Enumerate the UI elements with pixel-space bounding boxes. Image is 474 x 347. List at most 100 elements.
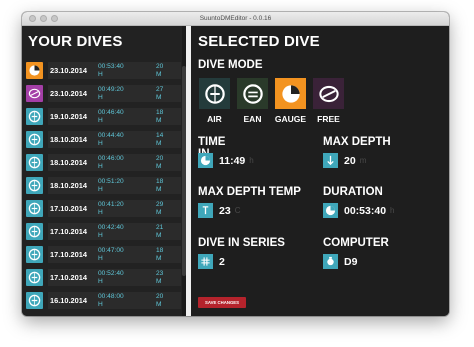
duration-value[interactable]: 00:53:40 (344, 205, 386, 217)
dive-mode-option-ean[interactable]: EAN (236, 78, 269, 124)
dive-in-series-value[interactable]: 2 (219, 256, 225, 268)
duration-unit: h (390, 206, 395, 215)
computer-value[interactable]: D9 (344, 256, 357, 268)
dive-depth: 27 M (156, 86, 163, 101)
dive-duration: 00:44:40 H (98, 132, 156, 147)
dive-duration: 00:49:20 H (98, 86, 156, 101)
dive-depth: 18 M (156, 109, 163, 124)
dive-duration-value: 00:44:40 (98, 132, 124, 139)
dive-duration-value: 00:53:40 (98, 63, 124, 70)
ean-icon[interactable] (237, 78, 268, 109)
gauge-icon[interactable] (275, 78, 306, 109)
window-title: SuuntoDMEditor - 0.0.16 (199, 15, 272, 22)
dive-depth-value: 21 (156, 224, 164, 231)
dive-depth-unit: M (156, 185, 162, 193)
dive-row[interactable]: 17.10.2014 00:52:40 H 23 M (26, 266, 181, 289)
air-mode-icon (26, 269, 43, 286)
dive-depth: 20 M (156, 63, 163, 78)
minimize-window-button[interactable] (40, 15, 47, 22)
max-depth-value-row: 20 m (323, 153, 366, 168)
dive-date: 18.10.2014 (50, 181, 87, 190)
dive-row[interactable]: 16.10.2014 00:48:00 H 20 M (26, 289, 181, 312)
duration-value-row: 00:53:40 h (323, 203, 394, 218)
selected-dive-panel: SELECTED DIVE DIVE MODE AIR EAN GAUGE FREE … (191, 26, 449, 316)
dive-depth-unit: M (156, 277, 162, 285)
hash-icon (198, 254, 213, 269)
dive-mode-heading: DIVE MODE (198, 59, 263, 71)
dive-duration: 00:46:40 H (98, 109, 156, 124)
dive-row[interactable]: 23.10.2014 00:53:40 H 20 M (26, 59, 181, 82)
dive-depth-unit: M (156, 254, 162, 262)
dive-row[interactable]: 17.10.2014 00:42:40 H 21 M (26, 220, 181, 243)
time-in-value[interactable]: 11:49 (219, 155, 245, 167)
dive-row[interactable]: 17.10.2014 00:47:00 H 18 M (26, 243, 181, 266)
dive-depth-unit: M (156, 93, 162, 101)
dive-mode-label: GAUGE (274, 114, 307, 124)
dive-row[interactable]: 18.10.2014 00:51:20 H 18 M (26, 174, 181, 197)
dive-date: 23.10.2014 (50, 89, 87, 98)
time-in-value-row: 11:49 h (198, 153, 254, 168)
close-window-button[interactable] (29, 15, 36, 22)
scrollbar-thumb[interactable] (182, 66, 186, 276)
gauge-mode-icon (26, 62, 43, 79)
dive-depth-unit: M (156, 139, 162, 147)
dive-row[interactable]: 17.10.2014 00:41:20 H 29 M (26, 197, 181, 220)
time-in-unit: h (249, 156, 254, 165)
zoom-window-button[interactable] (51, 15, 58, 22)
dive-depth: 18 M (156, 178, 163, 193)
dive-date: 18.10.2014 (50, 135, 87, 144)
dive-mode-label: FREE (317, 114, 340, 124)
max-depth-temp-value[interactable]: 23 (219, 205, 231, 217)
dive-duration-value: 00:46:00 (98, 155, 124, 162)
air-mode-icon (26, 108, 43, 125)
app-content: YOUR DIVES 23.10.2014 00:53:40 H 20 M 23.10.2… (22, 26, 449, 316)
dive-row[interactable]: 18.10.2014 00:44:40 H 14 M (26, 128, 181, 151)
save-changes-button[interactable]: SAVE CHANGES (198, 297, 246, 308)
dive-mode-label: AIR (207, 114, 222, 124)
dive-duration-value: 00:47:00 (98, 247, 124, 254)
dive-depth-value: 20 (156, 63, 164, 70)
dive-date: 18.10.2014 (50, 158, 87, 167)
dive-duration-value: 00:41:20 (98, 201, 124, 208)
dive-depth-value: 18 (156, 178, 164, 185)
dive-date: 19.10.2014 (50, 112, 87, 121)
dive-duration-unit: H (98, 162, 103, 170)
max-depth-value[interactable]: 20 (344, 155, 356, 167)
dive-duration: 00:41:20 H (98, 201, 156, 216)
dive-duration-unit: H (98, 300, 103, 308)
dive-depth-unit: M (156, 162, 162, 170)
dive-date: 17.10.2014 (50, 227, 87, 236)
max-depth-temp-unit: C (234, 206, 241, 215)
dive-duration-value: 00:46:40 (98, 109, 124, 116)
dive-depth-value: 20 (156, 293, 164, 300)
max-depth-temp-label: MAX DEPTH TEMP (198, 186, 301, 198)
dive-duration-unit: H (98, 277, 103, 285)
dive-depth-value: 18 (156, 109, 164, 116)
dive-mode-option-free[interactable]: FREE (312, 78, 345, 124)
thermometer-icon (198, 203, 213, 218)
dive-depth: 29 M (156, 201, 163, 216)
dive-date: 23.10.2014 (50, 66, 87, 75)
air-icon[interactable] (199, 78, 230, 109)
max-depth-unit: m (359, 156, 367, 165)
dive-mode-option-air[interactable]: AIR (198, 78, 231, 124)
dive-depth-value: 23 (156, 270, 164, 277)
dive-duration: 00:47:00 H (98, 247, 156, 262)
dive-row[interactable]: 23.10.2014 00:49:20 H 27 M (26, 82, 181, 105)
dive-duration: 00:51:20 H (98, 178, 156, 193)
air-mode-icon (26, 200, 43, 217)
selected-dive-heading: SELECTED DIVE (198, 33, 320, 50)
dive-duration: 00:48:00 H (98, 293, 156, 308)
dive-depth-unit: M (156, 208, 162, 216)
dive-row[interactable]: 18.10.2014 00:46:00 H 20 M (26, 151, 181, 174)
dive-depth: 23 M (156, 270, 163, 285)
free-icon[interactable] (313, 78, 344, 109)
dive-mode-option-gauge[interactable]: GAUGE (274, 78, 307, 124)
air-mode-icon (26, 246, 43, 263)
dive-list: 23.10.2014 00:53:40 H 20 M 23.10.2014 00:49:20… (26, 59, 181, 312)
scrollbar[interactable] (182, 26, 186, 316)
dive-mode-selector: AIR EAN GAUGE FREE (198, 78, 345, 124)
air-mode-icon (26, 292, 43, 309)
dive-row[interactable]: 19.10.2014 00:46:40 H 18 M (26, 105, 181, 128)
max-depth-label: MAX DEPTH (323, 136, 391, 148)
